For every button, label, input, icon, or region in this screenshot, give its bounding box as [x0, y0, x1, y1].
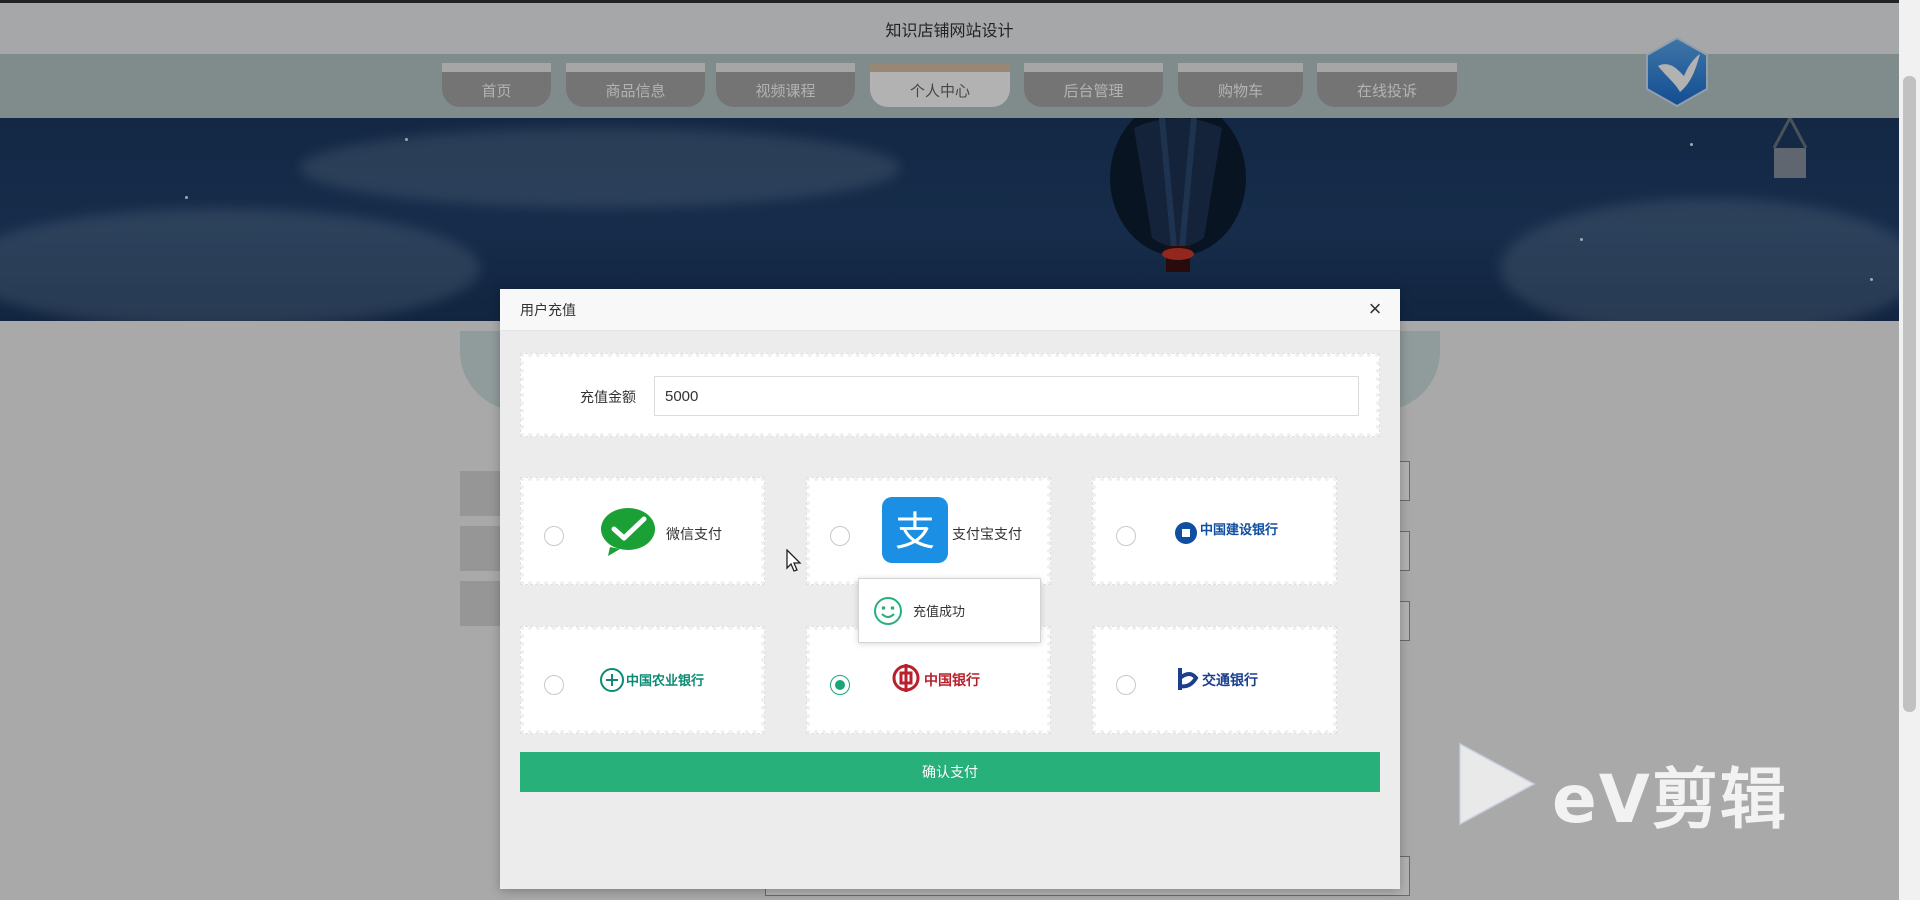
svg-text:支: 支 — [895, 509, 935, 555]
radio-ccb[interactable] — [1116, 526, 1136, 546]
radio-bocom[interactable] — [1116, 675, 1136, 695]
payment-label-bocom: 交通银行 — [1202, 672, 1258, 688]
amount-input[interactable] — [654, 376, 1359, 416]
boc-logo — [892, 664, 920, 692]
success-toast: 充值成功 — [858, 578, 1041, 643]
radio-wechat[interactable] — [544, 526, 564, 546]
toast-message: 充值成功 — [913, 604, 966, 619]
payment-option-ccb[interactable]: 中国建设银行 — [1092, 477, 1337, 585]
radio-abc[interactable] — [544, 675, 564, 695]
payment-option-bocom[interactable]: 交通银行 — [1092, 626, 1337, 734]
close-icon[interactable]: × — [1364, 298, 1386, 321]
watermark-text: eV剪辑 — [1552, 761, 1788, 838]
dialog-title: 用户充值 — [520, 301, 576, 318]
payment-option-abc[interactable]: 中国农业银行 — [520, 626, 765, 734]
amount-section: 充值金额 — [520, 353, 1380, 437]
payment-label-ccb: 中国建设银行 — [1200, 522, 1279, 537]
confirm-payment-button[interactable]: 确认支付 — [520, 752, 1380, 792]
alipay-icon: 支 — [882, 497, 948, 563]
payment-option-wechat[interactable]: 微信支付 — [520, 477, 765, 585]
smiley-icon — [874, 596, 902, 625]
mouse-cursor-icon — [786, 549, 802, 572]
payment-label-wechat: 微信支付 — [666, 526, 722, 542]
play-logo-icon — [1459, 742, 1537, 826]
abc-logo — [600, 668, 624, 692]
scrollbar-thumb[interactable] — [1903, 76, 1916, 712]
payment-label-alipay: 支付宝支付 — [952, 526, 1022, 542]
amount-label: 充值金额 — [580, 389, 636, 405]
payment-label-abc: 中国农业银行 — [626, 673, 705, 688]
dialog-header: 用户充值 × — [500, 289, 1400, 331]
bocom-logo — [1178, 668, 1199, 690]
payment-option-alipay[interactable]: 支 支付宝支付 — [806, 477, 1051, 585]
payment-label-boc: 中国银行 — [924, 672, 980, 688]
radio-alipay[interactable] — [830, 526, 850, 546]
video-watermark: eV剪辑 — [1452, 740, 1822, 838]
wechat-pay-icon — [601, 508, 655, 556]
radio-boc[interactable] — [830, 675, 850, 695]
ccb-logo — [1175, 522, 1197, 544]
